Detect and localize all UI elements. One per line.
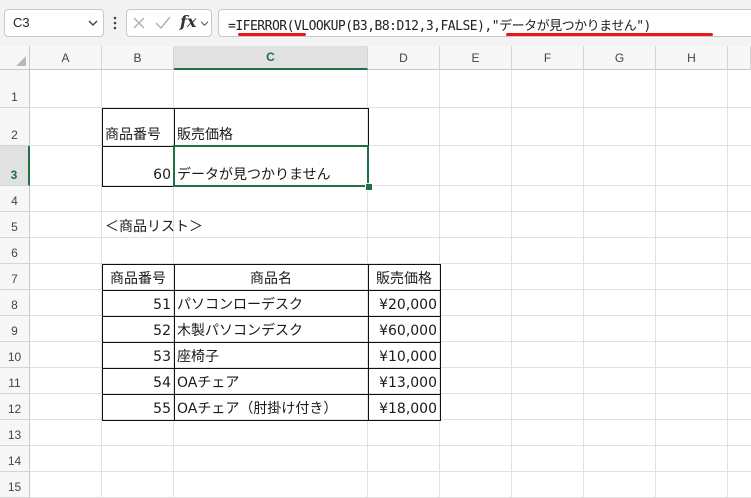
table-cell-product-no[interactable]: 51: [102, 290, 174, 316]
lookup-input-product-no[interactable]: 60: [102, 146, 174, 186]
row-header-5[interactable]: 5: [0, 212, 30, 238]
row-header-15[interactable]: 15: [0, 472, 30, 498]
gridline-vertical: [727, 70, 728, 497]
insert-function-icon[interactable]: fx: [180, 12, 196, 31]
table-cell-product-name[interactable]: OAチェア（肘掛け付き）: [174, 394, 368, 420]
table-header[interactable]: 商品番号: [102, 264, 174, 290]
column-header-h[interactable]: H: [656, 46, 728, 70]
column-header-f[interactable]: F: [512, 46, 584, 70]
fill-handle[interactable]: [365, 183, 373, 191]
table-header[interactable]: 商品名: [174, 264, 368, 290]
select-all-corner[interactable]: [0, 46, 30, 70]
chevron-down-icon[interactable]: [200, 20, 209, 27]
table-cell-product-name[interactable]: パソコンローデスク: [174, 290, 368, 316]
gridline-vertical: [655, 70, 656, 497]
table-cell-price[interactable]: ¥18,000: [368, 394, 440, 420]
formula-text: =IFERROR(VLOOKUP(B3,B8:D12,3,FALSE),"データ…: [228, 19, 651, 34]
row-header-10[interactable]: 10: [0, 342, 30, 368]
column-header-e[interactable]: E: [440, 46, 512, 70]
column-header-b[interactable]: B: [102, 46, 174, 70]
row-header-14[interactable]: 14: [0, 446, 30, 472]
column-header-d[interactable]: D: [368, 46, 440, 70]
row-header-7[interactable]: 7: [0, 264, 30, 290]
table-cell-price[interactable]: ¥13,000: [368, 368, 440, 394]
gridline-horizontal: [30, 471, 751, 472]
formula-buttons: fx: [126, 9, 212, 37]
row-header-4[interactable]: 4: [0, 186, 30, 212]
row-header-1[interactable]: 1: [0, 70, 30, 108]
more-options-icon[interactable]: [112, 13, 118, 33]
name-box-value: C3: [13, 15, 30, 30]
annotation-underline: [506, 33, 713, 36]
gridline-horizontal: [30, 445, 751, 446]
row-header-11[interactable]: 11: [0, 368, 30, 394]
gridline-vertical: [511, 70, 512, 497]
table-cell-product-no[interactable]: 53: [102, 342, 174, 368]
name-box[interactable]: C3: [4, 9, 104, 37]
row-header-3[interactable]: 3: [0, 146, 30, 186]
table-cell-product-no[interactable]: 54: [102, 368, 174, 394]
annotation-underline: [238, 33, 306, 36]
spreadsheet-grid[interactable]: A B C D E F G H 1 2 3 4 5 6 7 8 9 10 11 12 13 14 15 商品番号 販売価格 60 デ…: [0, 46, 751, 498]
row-header-2[interactable]: 2: [0, 108, 30, 146]
row-header-13[interactable]: 13: [0, 420, 30, 446]
table-cell-product-name[interactable]: 座椅子: [174, 342, 368, 368]
row-header-8[interactable]: 8: [0, 290, 30, 316]
column-header-a[interactable]: A: [30, 46, 102, 70]
confirm-check-icon[interactable]: [155, 16, 171, 30]
row-header-12[interactable]: 12: [0, 394, 30, 420]
table-cell-price[interactable]: ¥10,000: [368, 342, 440, 368]
table-header[interactable]: 販売価格: [368, 264, 440, 290]
column-header-g[interactable]: G: [584, 46, 656, 70]
gridline-vertical: [583, 70, 584, 497]
table-cell-product-name[interactable]: OAチェア: [174, 368, 368, 394]
column-header-c[interactable]: C: [174, 46, 368, 70]
product-list-title[interactable]: ＜商品リスト＞: [102, 212, 368, 238]
row-header-9[interactable]: 9: [0, 316, 30, 342]
table-cell-price[interactable]: ¥60,000: [368, 316, 440, 342]
chevron-down-icon[interactable]: [88, 19, 98, 27]
table-cell-product-no[interactable]: 55: [102, 394, 174, 420]
column-header-partial: [728, 46, 751, 70]
table-cell-product-name[interactable]: 木製パソコンデスク: [174, 316, 368, 342]
formula-bar: C3 fx =IFERROR(VLOOKUP(B3,B8:D12,3,FALSE…: [0, 0, 751, 46]
lookup-header-product-no[interactable]: 商品番号: [102, 108, 174, 146]
row-header-6[interactable]: 6: [0, 238, 30, 264]
table-cell-product-no[interactable]: 52: [102, 316, 174, 342]
cancel-x-icon[interactable]: [132, 16, 146, 30]
table-cell-price[interactable]: ¥20,000: [368, 290, 440, 316]
lookup-header-price[interactable]: 販売価格: [174, 108, 368, 146]
selection-box: [173, 145, 369, 187]
